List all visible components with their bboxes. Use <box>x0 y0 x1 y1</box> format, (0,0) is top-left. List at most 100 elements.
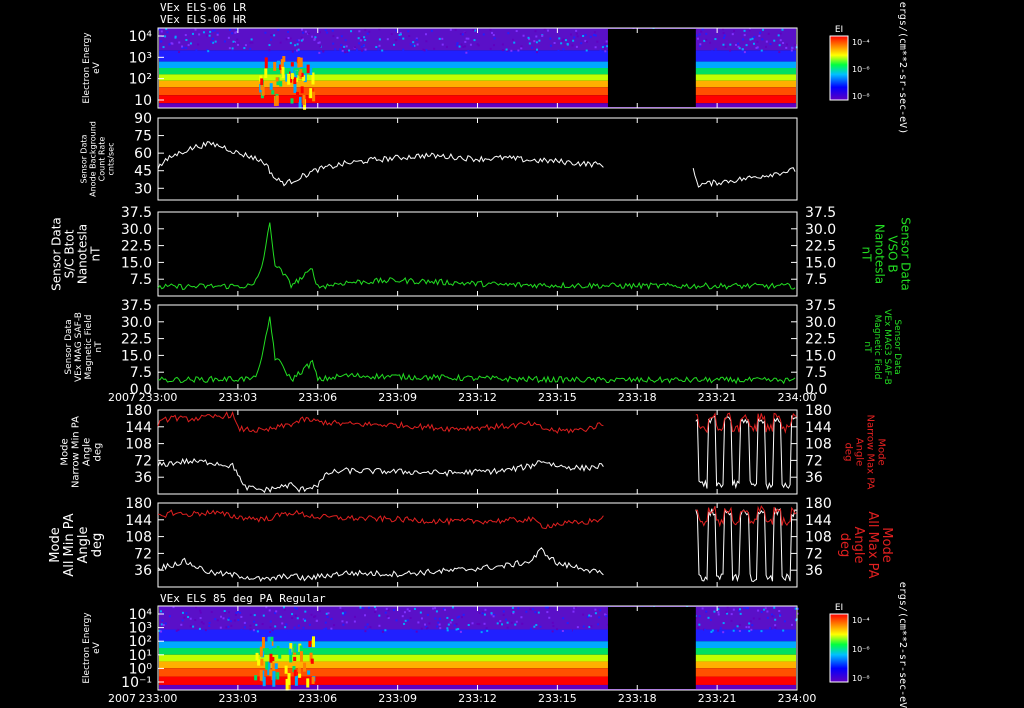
axis-label-line: Magnetic Field <box>872 315 882 380</box>
spectrogram-speck <box>714 48 717 51</box>
spectrogram-speck <box>262 614 265 617</box>
spectrogram-speck <box>236 38 239 41</box>
spectrogram-speck <box>491 31 494 34</box>
spectrogram-speck <box>420 627 423 630</box>
spectrogram-speck <box>230 624 233 627</box>
spectrogram-speck <box>339 606 342 609</box>
spectrogram-speck <box>534 30 537 33</box>
spectrogram-speck <box>350 30 353 33</box>
data-series-line <box>692 167 796 188</box>
spectrogram-speck <box>533 40 536 43</box>
spectrogram-speck <box>535 624 538 627</box>
spectrogram-speck <box>287 36 290 39</box>
spectrogram-speck <box>520 616 523 619</box>
spectrogram-speck <box>359 39 362 42</box>
right-axis-label: Sensor DataVEx MAG3 SAF-BMagnetic Fieldn… <box>862 309 902 385</box>
spectrogram-speck <box>293 656 297 661</box>
spectrogram-speck <box>313 615 316 618</box>
right-axis-label: Sensor DataVSO BNanoteslanT <box>860 217 913 291</box>
spectrogram-band <box>159 95 796 104</box>
spectrogram-speck <box>353 615 356 618</box>
spectrogram-speck <box>531 46 534 49</box>
spectrogram-speck <box>287 629 290 632</box>
spectrogram-speck <box>344 51 347 54</box>
spectrogram-speck <box>528 42 531 45</box>
spectrogram-speck <box>234 613 237 616</box>
spectrogram-speck <box>312 636 316 648</box>
spectrogram-speck <box>460 43 463 46</box>
spectrogram-speck <box>424 33 427 36</box>
axis-label-line: deg <box>93 443 104 462</box>
spectrogram-speck <box>283 608 286 611</box>
spectrogram-speck <box>275 95 279 106</box>
spectrogram-speck <box>432 607 435 610</box>
spectrogram-speck <box>558 37 561 40</box>
spectrogram-speck <box>271 90 275 95</box>
time-tick-label: 233:03 <box>219 391 258 404</box>
spectrogram-speck <box>552 625 555 628</box>
spectrogram-speck <box>240 615 243 618</box>
spectrogram-speck <box>223 610 226 613</box>
spectrogram-speck <box>187 616 190 619</box>
spectrogram-speck <box>187 44 190 47</box>
spectrogram <box>158 606 799 691</box>
spectrogram-speck <box>213 29 216 32</box>
spectrogram-speck <box>505 631 508 634</box>
spectrogram-speck <box>777 34 780 37</box>
spectrogram-speck <box>343 45 346 48</box>
spectrogram-speck <box>703 39 706 42</box>
y-tick-label: 30.0 <box>121 315 152 331</box>
spectrogram-speck <box>456 42 459 45</box>
spectrogram-speck <box>223 40 226 43</box>
y-tick-label-right: 15.0 <box>805 348 836 364</box>
spectrogram-speck <box>208 34 211 37</box>
spectrogram-speck <box>779 39 782 42</box>
spectrogram-speck <box>166 31 169 34</box>
colorbar-tick: 10⁻⁸ <box>852 674 870 683</box>
spectrogram-speck <box>535 35 538 38</box>
right-axis-label: ModeNarrow Max PAAngledeg <box>843 415 887 490</box>
spectrogram-speck <box>295 70 299 76</box>
spectrogram-speck <box>506 626 509 629</box>
y-tick-label-right: 15.0 <box>805 255 836 271</box>
data-gap <box>607 607 696 689</box>
spectrogram-speck <box>261 86 265 96</box>
spectrogram-speck <box>560 42 563 45</box>
spectrogram-speck <box>392 43 395 46</box>
y-tick-label: 108 <box>125 437 152 453</box>
spectrogram-speck <box>467 623 470 626</box>
data-series-line <box>157 411 604 434</box>
spectrogram-speck <box>386 615 389 618</box>
spectrogram-speck <box>362 44 365 47</box>
spectrogram-speck <box>404 619 407 622</box>
spectrogram-speck <box>729 43 732 46</box>
spectrogram-speck <box>781 28 784 31</box>
spectrogram-speck <box>426 613 429 616</box>
y-tick-label-right: 72 <box>805 546 823 562</box>
spectrogram-speck <box>298 673 302 678</box>
spectrogram-speck <box>439 627 442 630</box>
spectrogram-speck <box>358 30 361 33</box>
spectrogram-band <box>159 61 796 68</box>
y-tick-label-right: 108 <box>805 530 832 546</box>
spectrogram-speck <box>426 627 429 630</box>
spectrogram-speck <box>774 624 777 627</box>
y-tick-label-right: 30.0 <box>805 315 836 331</box>
y-tick-label: 10⁴ <box>129 29 153 45</box>
spectrogram-speck <box>736 625 739 628</box>
spectrogram-speck <box>342 623 345 626</box>
spectrogram-speck <box>582 613 585 616</box>
spectrogram-speck <box>295 607 298 610</box>
spectrogram-speck <box>769 43 772 46</box>
spectrogram <box>158 28 798 110</box>
spectrogram-speck <box>336 36 339 39</box>
spectrogram-band <box>159 68 796 75</box>
spectrogram-speck <box>546 29 549 32</box>
spectrogram-speck <box>598 616 601 619</box>
spectrogram-speck <box>302 626 305 629</box>
spectrogram-speck <box>189 42 192 45</box>
spectrogram-speck <box>774 618 777 621</box>
spectrogram-speck <box>216 619 219 622</box>
spectrogram-speck <box>464 31 467 34</box>
spectrogram-speck <box>234 31 237 34</box>
